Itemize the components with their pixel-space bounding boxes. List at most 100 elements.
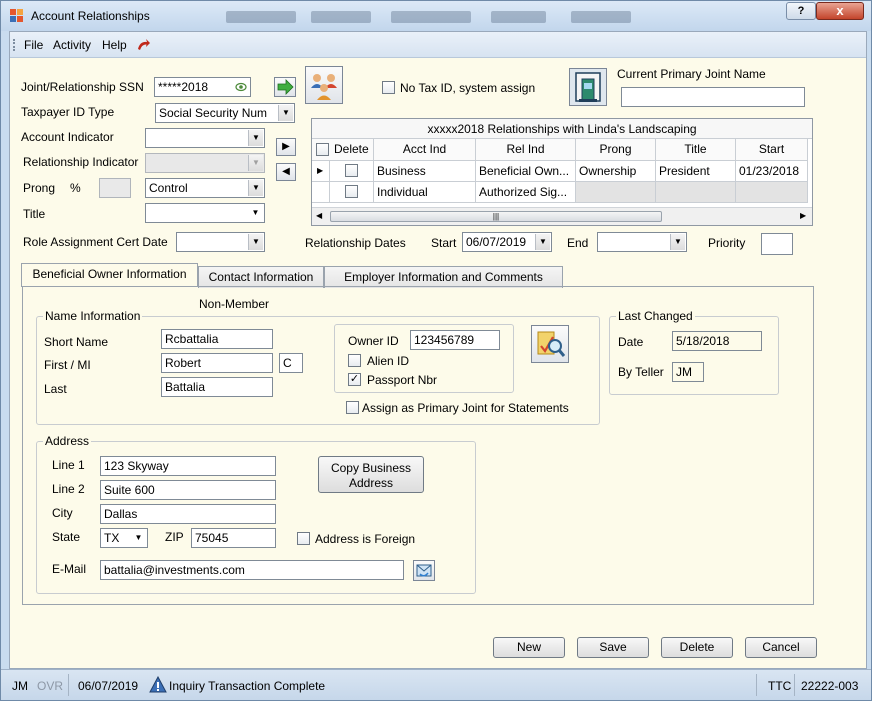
assign-primary-joint-checkbox[interactable] <box>346 401 359 414</box>
delete-button[interactable]: Delete <box>661 637 733 658</box>
main-panel: File Activity Help Joint/Relationship SS… <box>9 31 867 669</box>
close-button[interactable]: x <box>816 2 864 20</box>
copy-ssn-arrow-button[interactable] <box>274 77 296 97</box>
column-header-prong[interactable]: Prong <box>576 139 656 161</box>
state-dropdown[interactable]: TX ▼ <box>100 528 148 548</box>
building-door-icon <box>575 72 601 102</box>
address-line2-input[interactable]: Suite 600 <box>100 480 276 500</box>
city-input[interactable]: Dallas <box>100 504 276 524</box>
status-separator <box>68 674 69 696</box>
row-delete-cell[interactable] <box>330 182 374 203</box>
chevron-down-icon: ▼ <box>535 234 550 250</box>
end-date-picker[interactable]: ▼ <box>597 232 687 252</box>
column-header-delete-label: Delete <box>334 142 369 156</box>
back-arrow-icon[interactable] <box>135 37 151 53</box>
first-name-input[interactable]: Robert <box>161 353 273 373</box>
zip-input[interactable]: 75045 <box>191 528 276 548</box>
green-arrow-right-icon <box>277 79 294 95</box>
scroll-left-icon[interactable]: ◀ <box>316 211 322 220</box>
delete-all-checkbox[interactable] <box>316 143 329 156</box>
move-left-button[interactable]: ◀ <box>276 163 296 181</box>
copy-business-address-line2: Address <box>348 476 394 490</box>
chevron-down-icon: ▼ <box>670 234 685 250</box>
start-date-picker[interactable]: 06/07/2019 ▼ <box>462 232 552 252</box>
address-is-foreign-checkbox[interactable] <box>297 532 310 545</box>
table-cell-prong[interactable]: Ownership <box>576 161 656 182</box>
move-right-button[interactable]: ▶ <box>276 138 296 156</box>
menu-help[interactable]: Help <box>102 38 127 52</box>
table-cell-start[interactable]: 01/23/2018 <box>736 161 808 182</box>
alien-id-radio[interactable] <box>348 354 361 367</box>
table-cell-title[interactable]: President <box>656 161 736 182</box>
passport-nbr-label: Passport Nbr <box>367 373 438 387</box>
table-cell-rel-ind[interactable]: Authorized Sig... <box>476 182 576 203</box>
tab-employer-information-and-comments[interactable]: Employer Information and Comments <box>324 266 563 288</box>
last-name-input[interactable]: Battalia <box>161 377 273 397</box>
row-selector[interactable] <box>312 182 330 203</box>
email-input[interactable]: battalia@investments.com <box>100 560 404 580</box>
role-assignment-cert-date-picker[interactable]: ▼ <box>176 232 265 252</box>
scroll-right-icon[interactable]: ▶ <box>800 211 806 220</box>
passport-nbr-checkbox[interactable]: ✓ <box>348 373 361 386</box>
no-tax-id-checkbox[interactable] <box>382 81 395 94</box>
tab-beneficial-owner-information[interactable]: Beneficial Owner Information <box>21 263 198 287</box>
background-window-title-2 <box>311 11 371 23</box>
address-group: Address Line 1 123 Skyway Line 2 Suite 6… <box>36 434 476 594</box>
table-cell-rel-ind[interactable]: Beneficial Own... <box>476 161 576 182</box>
table-cell-prong[interactable] <box>576 182 656 203</box>
column-header-delete[interactable]: Delete <box>312 139 374 161</box>
checkmark-icon: ✓ <box>349 373 360 385</box>
new-button[interactable]: New <box>493 637 565 658</box>
city-label: City <box>52 506 73 520</box>
column-header-start[interactable]: Start <box>736 139 808 161</box>
column-header-acct-ind[interactable]: Acct Ind <box>374 139 476 161</box>
last-changed-title: Last Changed <box>616 309 695 323</box>
people-lookup-button[interactable] <box>305 66 343 104</box>
help-button[interactable]: ? <box>786 2 816 20</box>
middle-initial-input[interactable]: C <box>279 353 303 373</box>
background-window-title-1 <box>226 11 296 23</box>
table-cell-acct-ind[interactable]: Individual <box>374 182 476 203</box>
scroll-thumb[interactable]: ||| <box>330 211 662 222</box>
window-title: Account Relationships <box>31 9 150 23</box>
owner-id-lookup-button[interactable] <box>531 325 569 363</box>
search-document-icon <box>537 331 566 357</box>
show-ssn-eye-icon[interactable] <box>235 82 247 92</box>
last-changed-group: Last Changed Date 5/18/2018 By Teller JM <box>609 309 779 395</box>
name-information-title: Name Information <box>43 309 143 323</box>
priority-input[interactable] <box>761 233 793 255</box>
short-name-input[interactable]: Rcbattalia <box>161 329 273 349</box>
tab-contact-information[interactable]: Contact Information <box>198 266 324 288</box>
status-separator <box>756 674 757 696</box>
menu-file[interactable]: File <box>24 38 43 52</box>
row-delete-cell[interactable] <box>330 161 374 182</box>
copy-business-address-line1: Copy Business <box>330 461 412 475</box>
title-dropdown[interactable]: ▼ <box>145 203 265 223</box>
table-cell-acct-ind[interactable]: Business <box>374 161 476 182</box>
address-line1-input[interactable]: 123 Skyway <box>100 456 276 476</box>
save-button[interactable]: Save <box>577 637 649 658</box>
ssn-input[interactable]: *****2018 <box>154 77 251 97</box>
last-changed-date-label: Date <box>618 335 644 349</box>
primary-joint-button[interactable] <box>569 68 607 106</box>
cancel-button[interactable]: Cancel <box>745 637 817 658</box>
copy-business-address-button[interactable]: Copy Business Address <box>318 456 424 493</box>
grid-horizontal-scrollbar[interactable]: ◀ ||| ▶ <box>312 207 812 225</box>
column-header-title[interactable]: Title <box>656 139 736 161</box>
column-header-rel-ind[interactable]: Rel Ind <box>476 139 576 161</box>
taxpayer-id-type-dropdown[interactable]: Social Security Num ▼ <box>155 103 295 123</box>
row-selector-current-icon[interactable]: ▶ <box>312 161 330 182</box>
send-email-button[interactable] <box>413 560 435 581</box>
current-primary-joint-name-input[interactable] <box>621 87 805 107</box>
owner-id-input[interactable]: 123456789 <box>410 330 500 350</box>
prong-dropdown[interactable]: Control ▼ <box>145 178 265 198</box>
row-delete-checkbox[interactable] <box>345 164 358 177</box>
row-delete-checkbox[interactable] <box>345 185 358 198</box>
status-code: 22222-003 <box>801 679 859 693</box>
menu-activity[interactable]: Activity <box>53 38 91 52</box>
table-cell-start[interactable] <box>736 182 808 203</box>
email-label: E-Mail <box>52 562 87 576</box>
table-cell-title[interactable] <box>656 182 736 203</box>
account-indicator-dropdown[interactable]: ▼ <box>145 128 265 148</box>
grid-caption: xxxxx2018 Relationships with Linda's Lan… <box>312 119 812 139</box>
